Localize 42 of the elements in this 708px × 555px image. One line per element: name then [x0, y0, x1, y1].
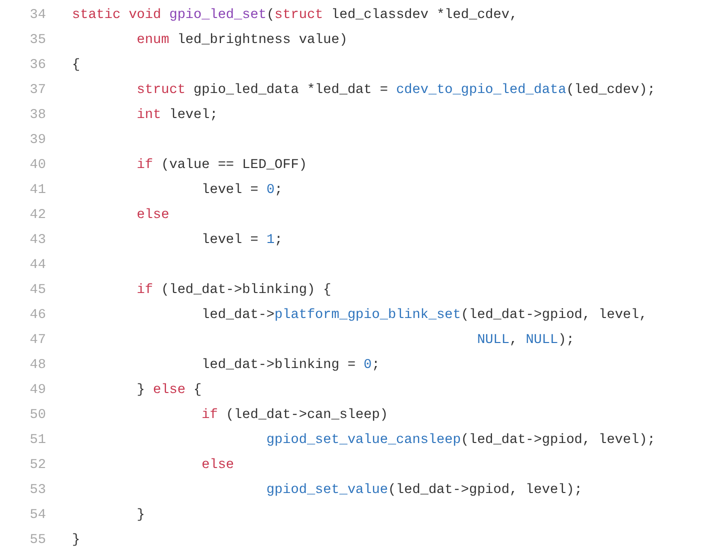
- line-number: 48: [28, 358, 46, 373]
- code-line: int level;: [136, 108, 218, 123]
- line-number: 54: [28, 508, 46, 523]
- code-line: {: [72, 58, 80, 73]
- code-line: gpiod_set_value(led_dat->gpiod, level);: [265, 483, 582, 498]
- line-number: 37: [28, 83, 46, 98]
- code-line: }: [136, 508, 145, 523]
- code-line: static void gpio_led_set(struct led_classdev *led_cdev,: [72, 8, 518, 23]
- line-number: 35: [28, 33, 46, 48]
- code-line: level = 1;: [200, 233, 283, 248]
- line-number: 53: [28, 483, 46, 498]
- line-number: 51: [28, 433, 46, 448]
- line-number: 50: [28, 408, 46, 423]
- code-line: led_dat->blinking = 0;: [200, 358, 380, 373]
- code-line: led_dat->platform_gpio_blink_set(led_dat->gpiod, level,: [200, 308, 648, 323]
- code-line: else: [200, 458, 234, 473]
- code-line: }: [72, 533, 80, 548]
- line-number: 45: [28, 283, 46, 298]
- line-number: 42: [28, 208, 46, 223]
- code-line: else: [136, 208, 170, 223]
- line-number: 46: [28, 308, 46, 323]
- line-number: 38: [28, 108, 46, 123]
- code-line: if (led_dat->blinking) {: [136, 283, 332, 298]
- line-number: 52: [28, 458, 46, 473]
- line-number: 40: [28, 158, 46, 173]
- code-line: enum led_brightness value): [136, 33, 348, 48]
- line-number: 47: [28, 333, 46, 348]
- code-line: level = 0;: [200, 183, 283, 198]
- line-number: 41: [28, 183, 46, 198]
- line-number: 55: [28, 533, 46, 548]
- line-number: 34: [28, 8, 46, 23]
- code-line: gpiod_set_value_cansleep(led_dat->gpiod, level);: [265, 433, 656, 448]
- line-number: 39: [28, 133, 46, 148]
- line-number: 49: [28, 383, 46, 398]
- code-line: struct gpio_led_data *led_dat = cdev_to_gpio_led_data(led_cdev);: [136, 83, 656, 98]
- code-line: if (led_dat->can_sleep): [200, 408, 388, 423]
- line-number: 44: [28, 258, 46, 273]
- code-line: } else {: [136, 383, 202, 398]
- line-number: 43: [28, 233, 46, 248]
- code-line: NULL, NULL);: [476, 333, 574, 348]
- line-number: 36: [28, 58, 46, 73]
- code-line: if (value == LED_OFF): [136, 158, 307, 173]
